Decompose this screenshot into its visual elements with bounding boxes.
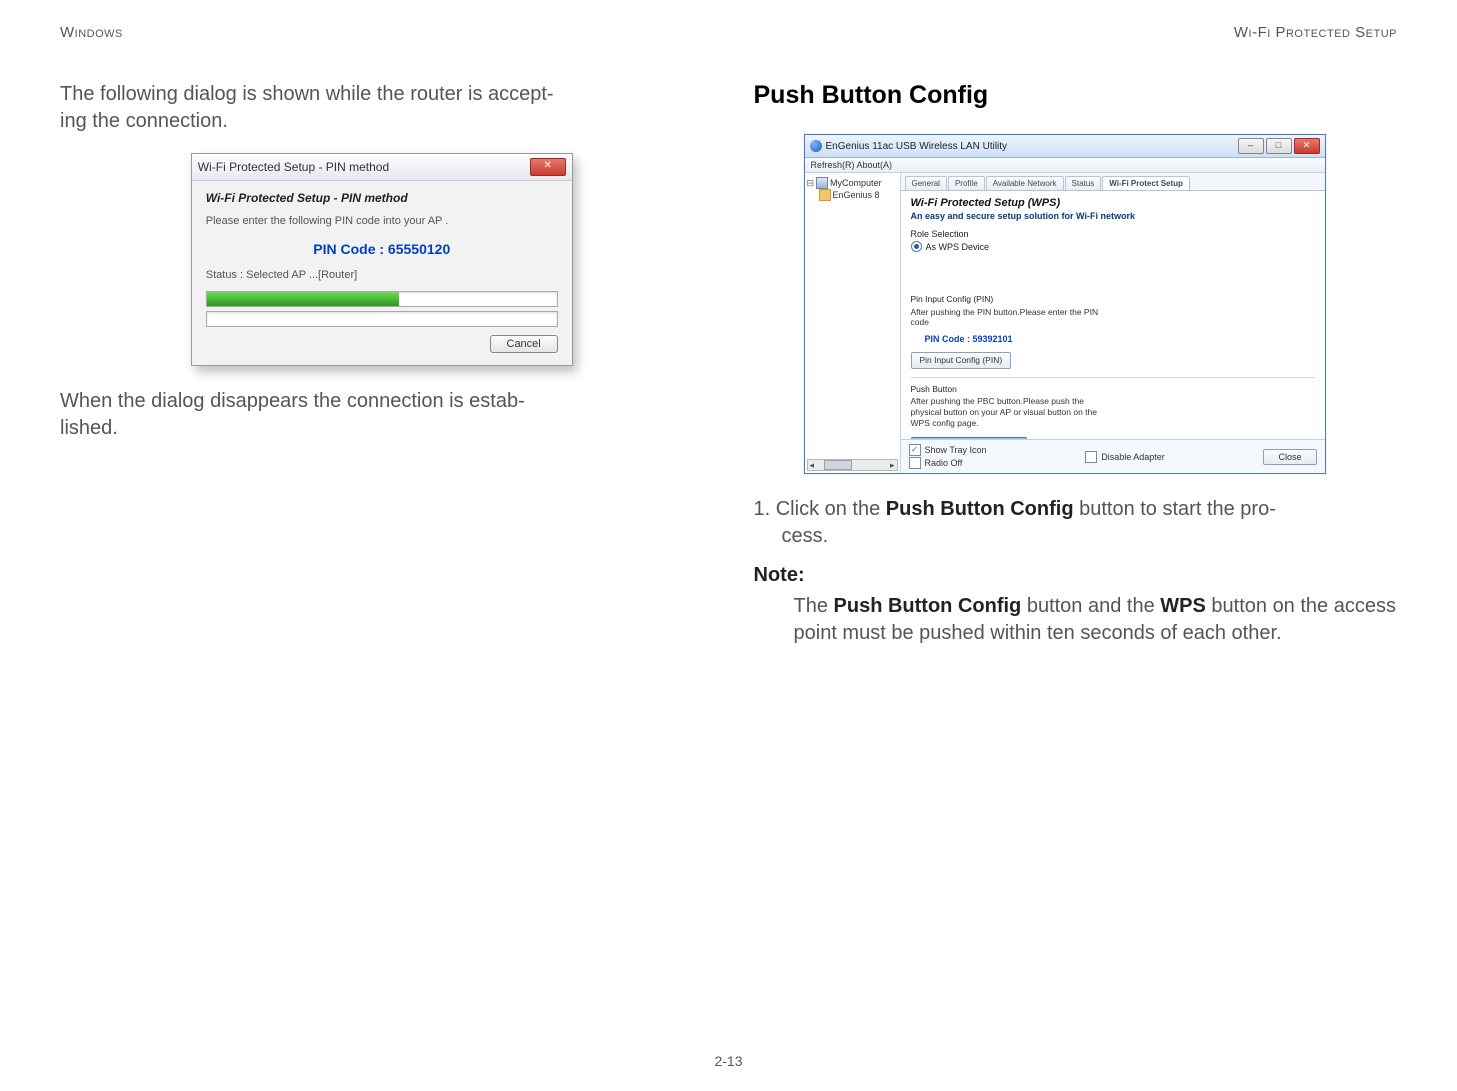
header-right: Wi-Fi Protected Setup [1234,24,1397,41]
tab-general[interactable]: General [905,176,947,190]
pin-dialog-figure: Wi-Fi Protected Setup - PIN method ✕ Wi-… [60,153,704,366]
page-number: 2-13 [0,1053,1457,1069]
window-title: EnGenius 11ac USB Wireless LAN Utility [826,141,1008,152]
show-tray-label: Show Tray Icon [925,445,987,455]
close-icon[interactable]: ✕ [530,158,566,176]
pin-dialog-subtitle: Wi-Fi Protected Setup - PIN method [206,191,558,205]
progress-track [206,311,558,327]
show-tray-checkbox[interactable] [909,444,921,456]
step-1: 1. Click on the Push Button Config butto… [754,496,1398,550]
tree-root[interactable]: MyComputer [830,178,882,188]
radio-off-label: Radio Off [925,458,963,468]
cancel-button[interactable]: Cancel [490,335,558,353]
tree-pane[interactable]: ⊟ MyComputer EnGenius 8 ◂ [805,173,901,473]
wps-subtitle: An easy and secure setup solution for Wi… [911,211,1315,221]
tab-wps[interactable]: Wi-Fi Protect Setup [1102,176,1190,190]
header-left: Windows [60,24,123,41]
tab-profile[interactable]: Profile [948,176,985,190]
disable-adapter-label: Disable Adapter [1101,452,1165,462]
radio-wps-device[interactable] [911,241,922,252]
pbc-section-title: Push Button [911,384,1101,395]
radio-off-checkbox[interactable] [909,457,921,469]
adapter-icon [819,189,831,201]
pin-code-label: PIN Code : 65550120 [206,241,558,257]
after-text: When the dialog disappears the connectio… [60,388,704,442]
disable-adapter-checkbox[interactable] [1085,451,1097,463]
pin-dialog-instruction: Please enter the following PIN code into… [206,215,558,227]
note-body: The Push Button Config button and the WP… [794,593,1398,647]
pbc-section-text: After pushing the PBC button.Please push… [911,396,1101,428]
pin-section-text: After pushing the PIN button.Please ente… [911,307,1101,328]
tree-child[interactable]: EnGenius 8 [833,190,880,200]
tab-status[interactable]: Status [1065,176,1102,190]
section-heading: Push Button Config [754,81,1398,110]
intro-text: The following dialog is shown while the … [60,81,704,135]
pin-status: Status : Selected AP ...[Router] [206,269,558,281]
note-label: Note: [754,564,1398,587]
role-label: Role Selection [911,229,1315,239]
radio-wps-device-label: As WPS Device [926,242,990,252]
minimize-icon[interactable]: – [1238,138,1264,154]
progress-bar [206,291,558,307]
tab-available-network[interactable]: Available Network [986,176,1064,190]
utility-window-figure: EnGenius 11ac USB Wireless LAN Utility –… [754,134,1398,474]
menu-bar[interactable]: Refresh(R) About(A) [805,158,1325,173]
app-icon [810,140,822,152]
maximize-icon[interactable]: □ [1266,138,1292,154]
pin-code-small: PIN Code : 59392101 [911,334,1101,345]
pin-config-button[interactable]: Pin Input Config (PIN) [911,352,1012,369]
pin-section-title: Pin Input Config (PIN) [911,294,1101,305]
computer-icon [816,177,828,189]
pin-dialog-title: Wi-Fi Protected Setup - PIN method [198,160,389,174]
close-button[interactable]: Close [1263,449,1316,465]
close-icon[interactable]: ✕ [1294,138,1320,154]
tree-scrollbar[interactable]: ◂ ▸ [807,459,898,471]
wps-title: Wi-Fi Protected Setup (WPS) [911,197,1315,209]
tab-bar: General Profile Available Network Status… [901,173,1325,191]
